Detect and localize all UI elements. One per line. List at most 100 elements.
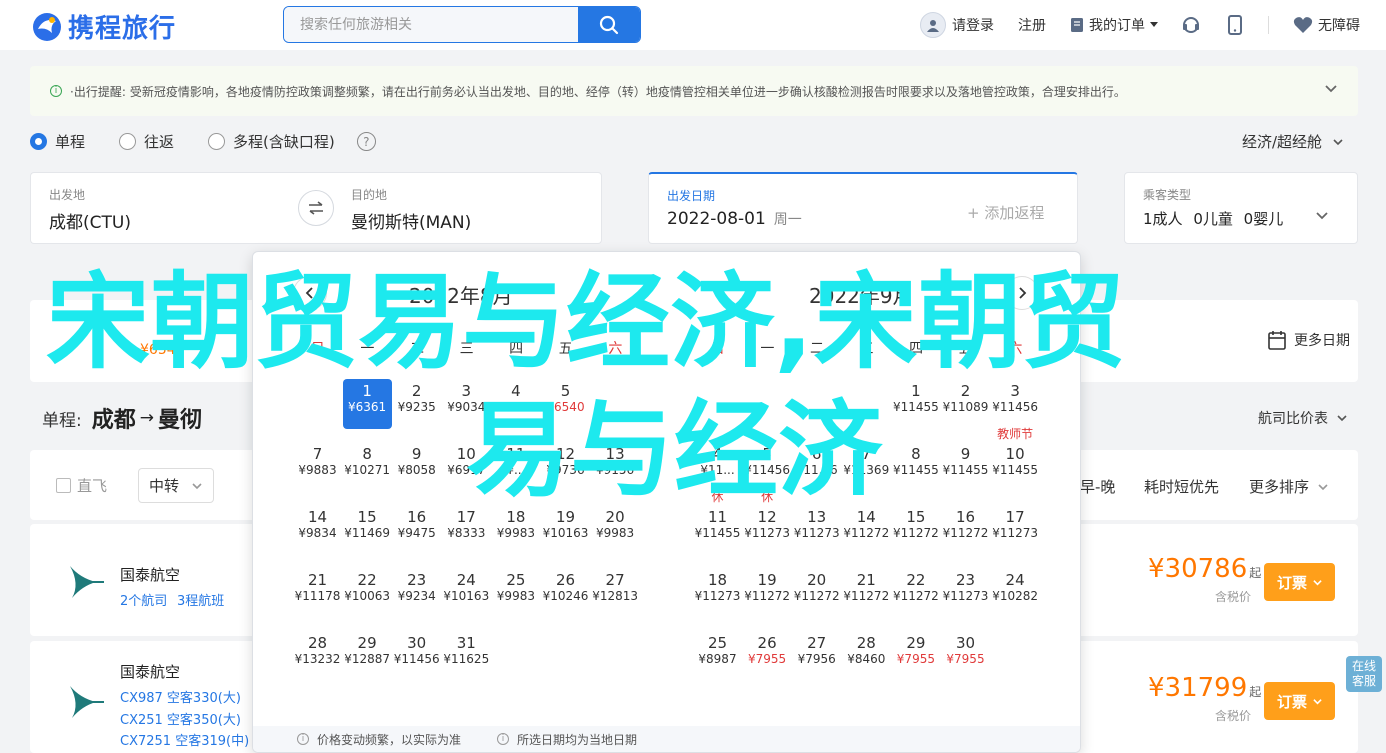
transfer-filter-dropdown[interactable]: 中转 (138, 468, 215, 503)
calendar-day[interactable]: 休 12 ¥11273 (743, 490, 792, 555)
calendar-day[interactable]: 9 ¥11455 (941, 442, 990, 492)
swap-cities-button[interactable] (298, 190, 334, 226)
calendar-day[interactable]: 26 ¥7955 (743, 631, 792, 681)
accessibility-link[interactable]: 无障碍 (1293, 15, 1360, 35)
chevron-down-icon (192, 482, 202, 489)
search-button[interactable] (578, 7, 640, 42)
radio-one-way[interactable]: 单程 (30, 131, 85, 152)
calendar-day[interactable]: 27 ¥12813 (591, 568, 640, 618)
calendar-day[interactable]: 2 ¥9235 (392, 379, 441, 429)
calendar-day[interactable]: 25 ¥9983 (491, 568, 540, 618)
book-button[interactable]: 订票 (1264, 563, 1335, 601)
day-number: 10 (1005, 445, 1025, 463)
search-input[interactable] (284, 7, 580, 42)
calendar-day[interactable]: 30 ¥7955 (941, 631, 990, 681)
flight-number-link[interactable]: CX7251 空客319(中) (120, 730, 249, 749)
calendar-day[interactable]: 20 ¥9983 (591, 505, 640, 555)
help-icon[interactable]: ? (356, 132, 376, 151)
calendar-day[interactable]: 17 ¥8333 (442, 505, 491, 555)
calendar-day[interactable]: 18 ¥9983 (491, 505, 540, 555)
calendar-day[interactable]: 15 ¥11469 (343, 505, 392, 555)
calendar-day[interactable]: 2 ¥11089 (941, 379, 990, 429)
day-price: ¥11272 (942, 526, 989, 540)
calendar-day[interactable]: 18 ¥11273 (693, 568, 742, 618)
destination-field[interactable]: 目的地 曼彻斯特(MAN) (317, 172, 602, 244)
calendar-day[interactable]: 8 ¥10271 (343, 442, 392, 492)
day-number: 2 (960, 382, 971, 400)
calendar-day[interactable]: 29 ¥12887 (343, 631, 392, 681)
calendar-day[interactable]: 26 ¥10246 (541, 568, 590, 618)
calendar-day[interactable]: 8 ¥11455 (891, 442, 940, 492)
departure-date-field[interactable]: 出发日期 2022-08-01 周一 + 添加返程 (648, 172, 1078, 244)
more-dates-button[interactable]: 更多日期 (1268, 330, 1350, 350)
departure-field[interactable]: 出发地 成都(CTU) (30, 172, 317, 244)
mobile-app-icon[interactable] (1224, 14, 1246, 36)
day-number: 25 (707, 634, 728, 652)
calendar-day[interactable]: 24 ¥10282 (991, 568, 1040, 618)
calendar-day[interactable]: 9 ¥8058 (392, 442, 441, 492)
sort-shortest[interactable]: 耗时短优先 (1144, 476, 1219, 497)
calendar-day[interactable]: 28 ¥13232 (293, 631, 342, 681)
flight-number-link[interactable]: CX251 空客350(大) (120, 709, 241, 728)
flight-number-link[interactable]: CX987 空客330(大) (120, 687, 241, 706)
chevron-down-icon (1313, 698, 1322, 704)
more-sort-dropdown[interactable]: 更多排序 (1249, 476, 1329, 497)
my-orders-menu[interactable]: 我的订单 (1070, 15, 1158, 35)
passenger-type-value: 1成人 0儿童 0婴儿 (1143, 208, 1283, 229)
calendar-day[interactable]: 14 ¥11272 (842, 505, 891, 555)
day-number: 26 (555, 571, 576, 589)
day-number: 29 (357, 634, 377, 652)
day-number: 22 (906, 571, 926, 589)
calendar-day[interactable]: 15 ¥11272 (891, 505, 940, 555)
notice-text: 受新冠疫情影响，各地疫情防控政策调整频繁，请在出行前务必认当出发地、目的地、经停… (129, 84, 1126, 99)
passenger-type-field[interactable]: 乘客类型 1成人 0儿童 0婴儿 (1124, 172, 1358, 244)
calendar-day[interactable]: 1 ¥11455 (891, 379, 940, 429)
calendar-day[interactable]: 23 ¥11273 (941, 568, 990, 618)
day-price: ¥10246 (542, 589, 589, 603)
calendar-day[interactable]: 24 ¥10163 (442, 568, 491, 618)
route-to: 曼彻 (158, 408, 203, 433)
calendar-day[interactable]: 21 ¥11272 (842, 568, 891, 618)
calendar-day[interactable]: 19 ¥10163 (541, 505, 590, 555)
info-icon: i (497, 733, 510, 745)
calendar-day[interactable]: 3 ¥11456 (991, 379, 1040, 429)
calendar-day[interactable]: 7 ¥9883 (293, 442, 342, 492)
radio-multi-city[interactable]: 多程(含缺口程) (208, 131, 335, 152)
segment-count-link[interactable]: 3程航班 (177, 590, 224, 609)
calendar-day[interactable]: 休 11 ¥11455 (693, 490, 742, 555)
calendar-day[interactable]: 22 ¥10063 (343, 568, 392, 618)
radio-round-trip[interactable]: 往返 (119, 131, 174, 152)
calendar-day[interactable]: 教师节 10 ¥11455 (991, 427, 1040, 492)
airline-compare-button[interactable]: 航司比价表 (1258, 408, 1348, 428)
book-button[interactable]: 订票 (1264, 682, 1335, 720)
sort-early-late[interactable]: 早-晚 (1080, 476, 1115, 497)
calendar-day[interactable]: 19 ¥11272 (743, 568, 792, 618)
customer-service-icon[interactable] (1180, 14, 1202, 36)
calendar-day[interactable]: 25 ¥8987 (693, 631, 742, 681)
calendar-day[interactable]: 21 ¥11178 (293, 568, 342, 618)
calendar-day[interactable]: 16 ¥9475 (392, 505, 441, 555)
calendar-day[interactable]: 28 ¥8460 (842, 631, 891, 681)
calendar-day[interactable]: 22 ¥11272 (891, 568, 940, 618)
ctrip-logo[interactable]: 携程旅行 (30, 8, 176, 45)
calendar-day[interactable]: 23 ¥9234 (392, 568, 441, 618)
direct-only-checkbox[interactable]: 直飞 (56, 475, 107, 496)
login-link[interactable]: 请登录 (920, 12, 994, 38)
calendar-day[interactable]: 16 ¥11272 (941, 505, 990, 555)
online-service-button[interactable]: 在线 客服 (1346, 656, 1382, 692)
calendar-day[interactable]: 1 ¥6361 (342, 379, 392, 429)
add-return-button[interactable]: + 添加返程 (967, 202, 1044, 223)
calendar-day[interactable]: 29 ¥7955 (891, 631, 940, 681)
calendar-day[interactable]: 20 ¥11272 (792, 568, 841, 618)
airline-count-link[interactable]: 2个航司 (120, 590, 167, 609)
calendar-day[interactable]: 13 ¥11273 (792, 505, 841, 555)
calendar-day[interactable]: 17 ¥11273 (991, 505, 1040, 555)
calendar-day[interactable]: 31 ¥11625 (442, 631, 491, 681)
chevron-down-icon[interactable] (1324, 82, 1338, 96)
calendar-day[interactable]: 27 ¥7956 (792, 631, 841, 681)
calendar-day[interactable]: 30 ¥11456 (392, 631, 441, 681)
calendar-day[interactable]: 14 ¥9834 (293, 505, 342, 555)
register-link[interactable]: 注册 (1018, 15, 1046, 35)
cabin-class-dropdown[interactable]: 经济/超经舱 (1242, 131, 1344, 152)
day-number: 20 (807, 571, 827, 589)
